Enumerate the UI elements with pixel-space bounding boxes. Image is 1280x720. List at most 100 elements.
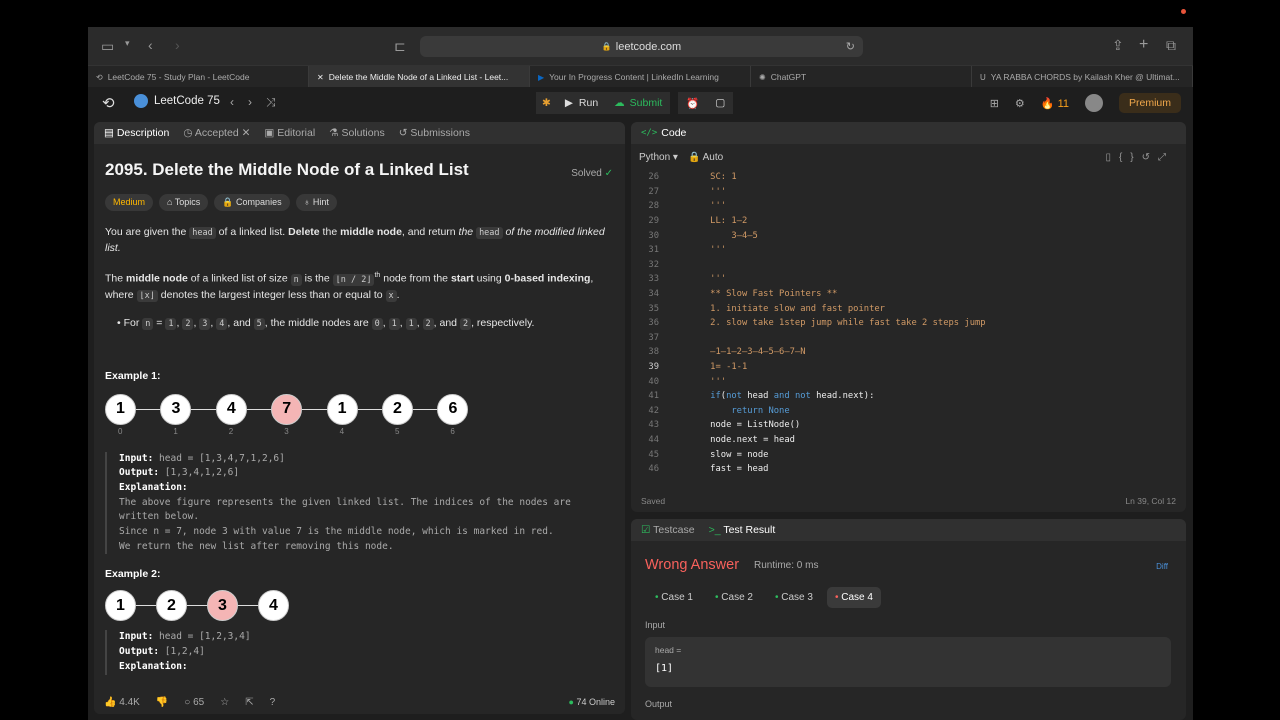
debug-button[interactable]: ✱: [536, 92, 557, 114]
problem-footer: 👍 4.4K 👎 ○ 65 ☆ ⇱ ? ● 74 Online: [94, 690, 625, 714]
problem-body: 2095. Delete the Middle Node of a Linked…: [94, 144, 625, 675]
gear-icon[interactable]: ⚙: [1015, 97, 1025, 110]
study-plan-link[interactable]: LeetCode 75: [134, 94, 220, 108]
note-icon: ▢: [715, 97, 726, 109]
dislike-icon[interactable]: 👎: [156, 697, 168, 708]
streak-counter[interactable]: 🔥 11: [1041, 97, 1069, 110]
forward-icon[interactable]: ›: [175, 37, 180, 53]
line-number: 43: [648, 420, 659, 431]
code-line[interactable]: 44 node.next = head: [631, 433, 1186, 448]
code-line[interactable]: 36 2. slow take 1step jump while fast ta…: [631, 316, 1186, 331]
line-number: 37: [648, 332, 659, 343]
problem-description: You are given the head of a linked list.…: [105, 225, 614, 332]
line-number: 45: [648, 449, 659, 460]
share-icon[interactable]: ⇱: [245, 697, 253, 708]
browser-tab[interactable]: ⟲ LeetCode 75 - Study Plan - LeetCode: [88, 66, 309, 88]
companies-chip[interactable]: 🔒 Companies: [214, 194, 290, 211]
sidebar-icon[interactable]: ▭: [101, 38, 114, 55]
code-line[interactable]: 43 node = ListNode(): [631, 418, 1186, 433]
code-text: ''': [689, 376, 727, 387]
list-link: [238, 605, 258, 607]
code-line[interactable]: 27 ''': [631, 185, 1186, 200]
like-button[interactable]: 👍 4.4K: [104, 697, 140, 708]
case-tab-3[interactable]: • Case 3: [767, 587, 821, 608]
code-line[interactable]: 37: [631, 331, 1186, 346]
tab-description[interactable]: ▤ Description: [104, 127, 169, 139]
browser-tab[interactable]: ▶ Your In Progress Content | LinkedIn Lea…: [530, 66, 751, 88]
terminal-icon: >_: [708, 524, 721, 536]
line-number: 27: [648, 186, 659, 197]
browser-tab-active[interactable]: ✕ Delete the Middle Node of a Linked List…: [309, 66, 530, 88]
url-text: leetcode.com: [615, 40, 682, 53]
chevron-down-icon[interactable]: ▾: [125, 38, 130, 49]
close-icon[interactable]: ✕: [317, 73, 324, 82]
code-line[interactable]: 26 SC: 1: [631, 170, 1186, 185]
new-tab-icon[interactable]: +: [1139, 36, 1148, 54]
code-line[interactable]: 32: [631, 258, 1186, 273]
language-select[interactable]: Python ▾: [639, 152, 678, 163]
hint-chip[interactable]: ♁ Hint: [295, 194, 337, 211]
notes-button[interactable]: ▢: [707, 92, 734, 114]
submit-button[interactable]: ☁ Submit: [606, 92, 671, 114]
code-line[interactable]: 39 1= -1-1: [631, 360, 1186, 375]
code-line[interactable]: 30 3—4—5: [631, 228, 1186, 243]
problem-tabs: ▤ Description ◷ Accepted ✕ ▣ Editorial ⚗…: [94, 122, 625, 144]
extension-icon[interactable]: ⊏: [394, 38, 406, 55]
code-line[interactable]: 46 fast = head: [631, 462, 1186, 477]
code-line[interactable]: 41 if(not head and not head.next):: [631, 389, 1186, 404]
code-line[interactable]: 45 slow = node: [631, 447, 1186, 462]
code-line[interactable]: 31 ''': [631, 243, 1186, 258]
topics-chip[interactable]: ⌂ Topics: [159, 194, 209, 211]
list-link: [136, 605, 156, 607]
code-text: node.next = head: [689, 434, 795, 445]
auto-mode-toggle[interactable]: 🔒 Auto: [688, 152, 723, 163]
save-status: Saved: [641, 496, 666, 506]
lock-icon: 🔒: [601, 42, 612, 51]
help-icon[interactable]: ?: [270, 697, 276, 708]
browser-tab[interactable]: U YA RABBA CHORDS by Kailash Kher @ Ultim…: [972, 66, 1193, 88]
line-number: 35: [648, 303, 659, 314]
timer-button[interactable]: ⏰: [678, 92, 708, 114]
tab-editorial[interactable]: ▣ Editorial: [264, 127, 315, 139]
code-line[interactable]: 29 LL: 1—2: [631, 214, 1186, 229]
reload-icon[interactable]: ↻: [846, 40, 855, 53]
tab-testcase[interactable]: ☑ Testcase: [641, 524, 695, 536]
back-icon[interactable]: ‹: [148, 37, 153, 53]
middle-list-node: 3: [207, 590, 238, 622]
problem-nav-arrows[interactable]: ‹›⤨: [230, 95, 290, 110]
problem-title[interactable]: 2095. Delete the Middle Node of a Linked…: [105, 160, 614, 180]
star-icon[interactable]: ☆: [220, 697, 229, 708]
code-line[interactable]: 34 ** Slow Fast Pointers **: [631, 287, 1186, 302]
notification-dot: [1181, 9, 1186, 14]
premium-button[interactable]: Premium: [1118, 93, 1181, 113]
code-line[interactable]: 33 ''': [631, 272, 1186, 287]
code-editor[interactable]: 26 SC: 1 27 ''' 28 ''' 29 LL: 1—2 30 3—4—5 31…: [631, 170, 1186, 476]
play-icon: ▶: [564, 97, 573, 109]
code-line[interactable]: 40 ''': [631, 374, 1186, 389]
case-tab-2[interactable]: • Case 2: [707, 587, 761, 608]
diff-toggle[interactable]: Diff: [1156, 562, 1168, 571]
node-index: 2: [228, 426, 234, 436]
leetcode-logo-icon[interactable]: ⟲: [102, 94, 115, 112]
case-tab-1[interactable]: • Case 1: [647, 587, 701, 608]
share-icon[interactable]: ⇪: [1112, 37, 1124, 54]
tab-submissions[interactable]: ↺ Submissions: [399, 127, 470, 139]
input-box: head = [1]: [645, 637, 1171, 687]
code-line[interactable]: 28 ''': [631, 199, 1186, 214]
code-line[interactable]: 35 1. initiate slow and fast pointer: [631, 301, 1186, 316]
tab-test-result[interactable]: >_ Test Result: [709, 524, 776, 536]
avatar[interactable]: [1084, 94, 1103, 112]
tab-accepted[interactable]: ◷ Accepted ✕: [183, 127, 250, 139]
editor-actions[interactable]: ▯{}↺⤢: [1105, 152, 1174, 163]
comments-button[interactable]: ○ 65: [184, 697, 204, 708]
code-line[interactable]: 42 return None: [631, 404, 1186, 419]
address-bar[interactable]: 🔒 leetcode.com ↻: [420, 36, 863, 57]
tab-solutions[interactable]: ⚗ Solutions: [329, 127, 385, 139]
case-tab-4[interactable]: • Case 4: [826, 587, 881, 608]
layout-icon[interactable]: ⊞: [990, 97, 999, 110]
code-line[interactable]: 38 —1—1—2—3—4—5—6—7—N: [631, 345, 1186, 360]
run-button[interactable]: ▶ Run: [556, 92, 607, 114]
browser-tab[interactable]: ✺ ChatGPT: [751, 66, 972, 88]
list-link: [413, 408, 438, 410]
tab-overview-icon[interactable]: ⧉: [1166, 37, 1176, 54]
